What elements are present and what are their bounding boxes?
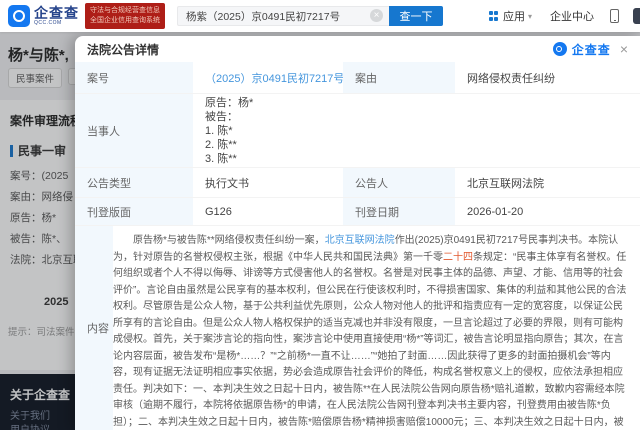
header-nav: 应用 ▾ 企业中心 <box>489 0 640 32</box>
case-number-link[interactable]: （2025）京0491民初7217号 <box>205 70 344 86</box>
search-button[interactable]: 查一下 <box>389 6 443 26</box>
screen: 企查查 QCC.COM 守法与合规经营查信息 全国企业信用查询系统 × 查一下 … <box>0 0 640 430</box>
qcc-logo-icon <box>8 5 30 27</box>
promo-badge-line2: 全国企业信用查询系统 <box>90 16 160 26</box>
court-link[interactable]: 北京互联网法院 <box>325 235 395 246</box>
modal-brand: 企查查 × <box>553 41 628 58</box>
close-icon[interactable]: × <box>620 42 628 56</box>
announcement-table: 案号 （2025）京0491民初7217号 案由 网络侵权责任纠纷 当事人 原告… <box>75 62 640 226</box>
search-input[interactable] <box>177 6 389 26</box>
chevron-down-icon: ▾ <box>528 12 532 21</box>
qcc-logo[interactable]: 企查查 QCC.COM <box>8 5 79 27</box>
promo-badge-line1: 守法与合规经营查信息 <box>90 6 160 16</box>
partial-account-icon[interactable] <box>633 8 640 24</box>
promo-badge: 守法与合规经营查信息 全国企业信用查询系统 <box>85 3 165 29</box>
apps-label: 应用 <box>503 8 525 24</box>
party-line: 原告：杨* <box>205 96 253 110</box>
qcc-brand-icon <box>553 42 567 56</box>
court-announcement-modal: 法院公告详情 企查查 × 案号 （2025）京0491民初7217号 案由 网络… <box>75 36 640 430</box>
party-line: 2. 陈** <box>205 138 237 152</box>
modal-header: 法院公告详情 企查查 × <box>75 36 640 58</box>
party-line: 被告： <box>205 110 238 124</box>
cause-label: 案由 <box>343 62 455 94</box>
case-number-cell: （2025）京0491民初7217号 <box>193 62 343 94</box>
page-section-value: G126 <box>193 198 343 226</box>
announcement-type-label: 公告类型 <box>75 168 193 198</box>
qcc-brand-text[interactable]: 企查查 <box>572 41 611 58</box>
announcement-content: 原告杨*与被告陈**网络侵权责任纠纷一案，北京互联网法院作出(2025)京049… <box>113 226 640 430</box>
publish-date-label: 刊登日期 <box>343 198 455 226</box>
search-bar: × 查一下 <box>177 6 443 26</box>
party-line: 3. 陈** <box>205 152 237 166</box>
qcc-logo-text: 企查查 QCC.COM <box>34 6 79 26</box>
logo-name: 企查查 <box>34 6 79 20</box>
apps-menu[interactable]: 应用 ▾ <box>489 8 532 24</box>
party-line: 1. 陈* <box>205 124 233 138</box>
clear-icon[interactable]: × <box>370 9 383 22</box>
content-row: 内容 原告杨*与被告陈**网络侵权责任纠纷一案，北京互联网法院作出(2025)京… <box>75 226 640 430</box>
content-segment: 二十四 <box>443 252 473 263</box>
parties-list: 原告：杨*被告：1. 陈*2. 陈**3. 陈** <box>193 94 640 168</box>
top-header: 企查查 QCC.COM 守法与合规经营查信息 全国企业信用查询系统 × 查一下 … <box>0 0 640 32</box>
case-number-label: 案号 <box>75 62 193 94</box>
enterprise-center-link[interactable]: 企业中心 <box>550 8 594 24</box>
parties-label: 当事人 <box>75 94 193 168</box>
content-segment: 原告杨*与被告陈**网络侵权责任纠纷一案， <box>133 235 325 246</box>
content-label: 内容 <box>75 226 113 430</box>
announcer-label: 公告人 <box>343 168 455 198</box>
modal-title: 法院公告详情 <box>87 41 159 58</box>
apps-grid-icon <box>489 11 499 21</box>
phone-icon[interactable] <box>610 9 619 23</box>
announcer-value: 北京互联网法院 <box>455 168 640 198</box>
page-section-label: 刊登版面 <box>75 198 193 226</box>
cause-value: 网络侵权责任纠纷 <box>455 62 640 94</box>
publish-date-value: 2026-01-20 <box>455 198 640 226</box>
announcement-type-value: 执行文书 <box>193 168 343 198</box>
content-segment: 条规定：“民事主体享有名誉权。任何组织或者个人不得以侮辱、诽谤等方式侵害他人的名… <box>113 252 626 430</box>
logo-domain: QCC.COM <box>34 21 79 26</box>
